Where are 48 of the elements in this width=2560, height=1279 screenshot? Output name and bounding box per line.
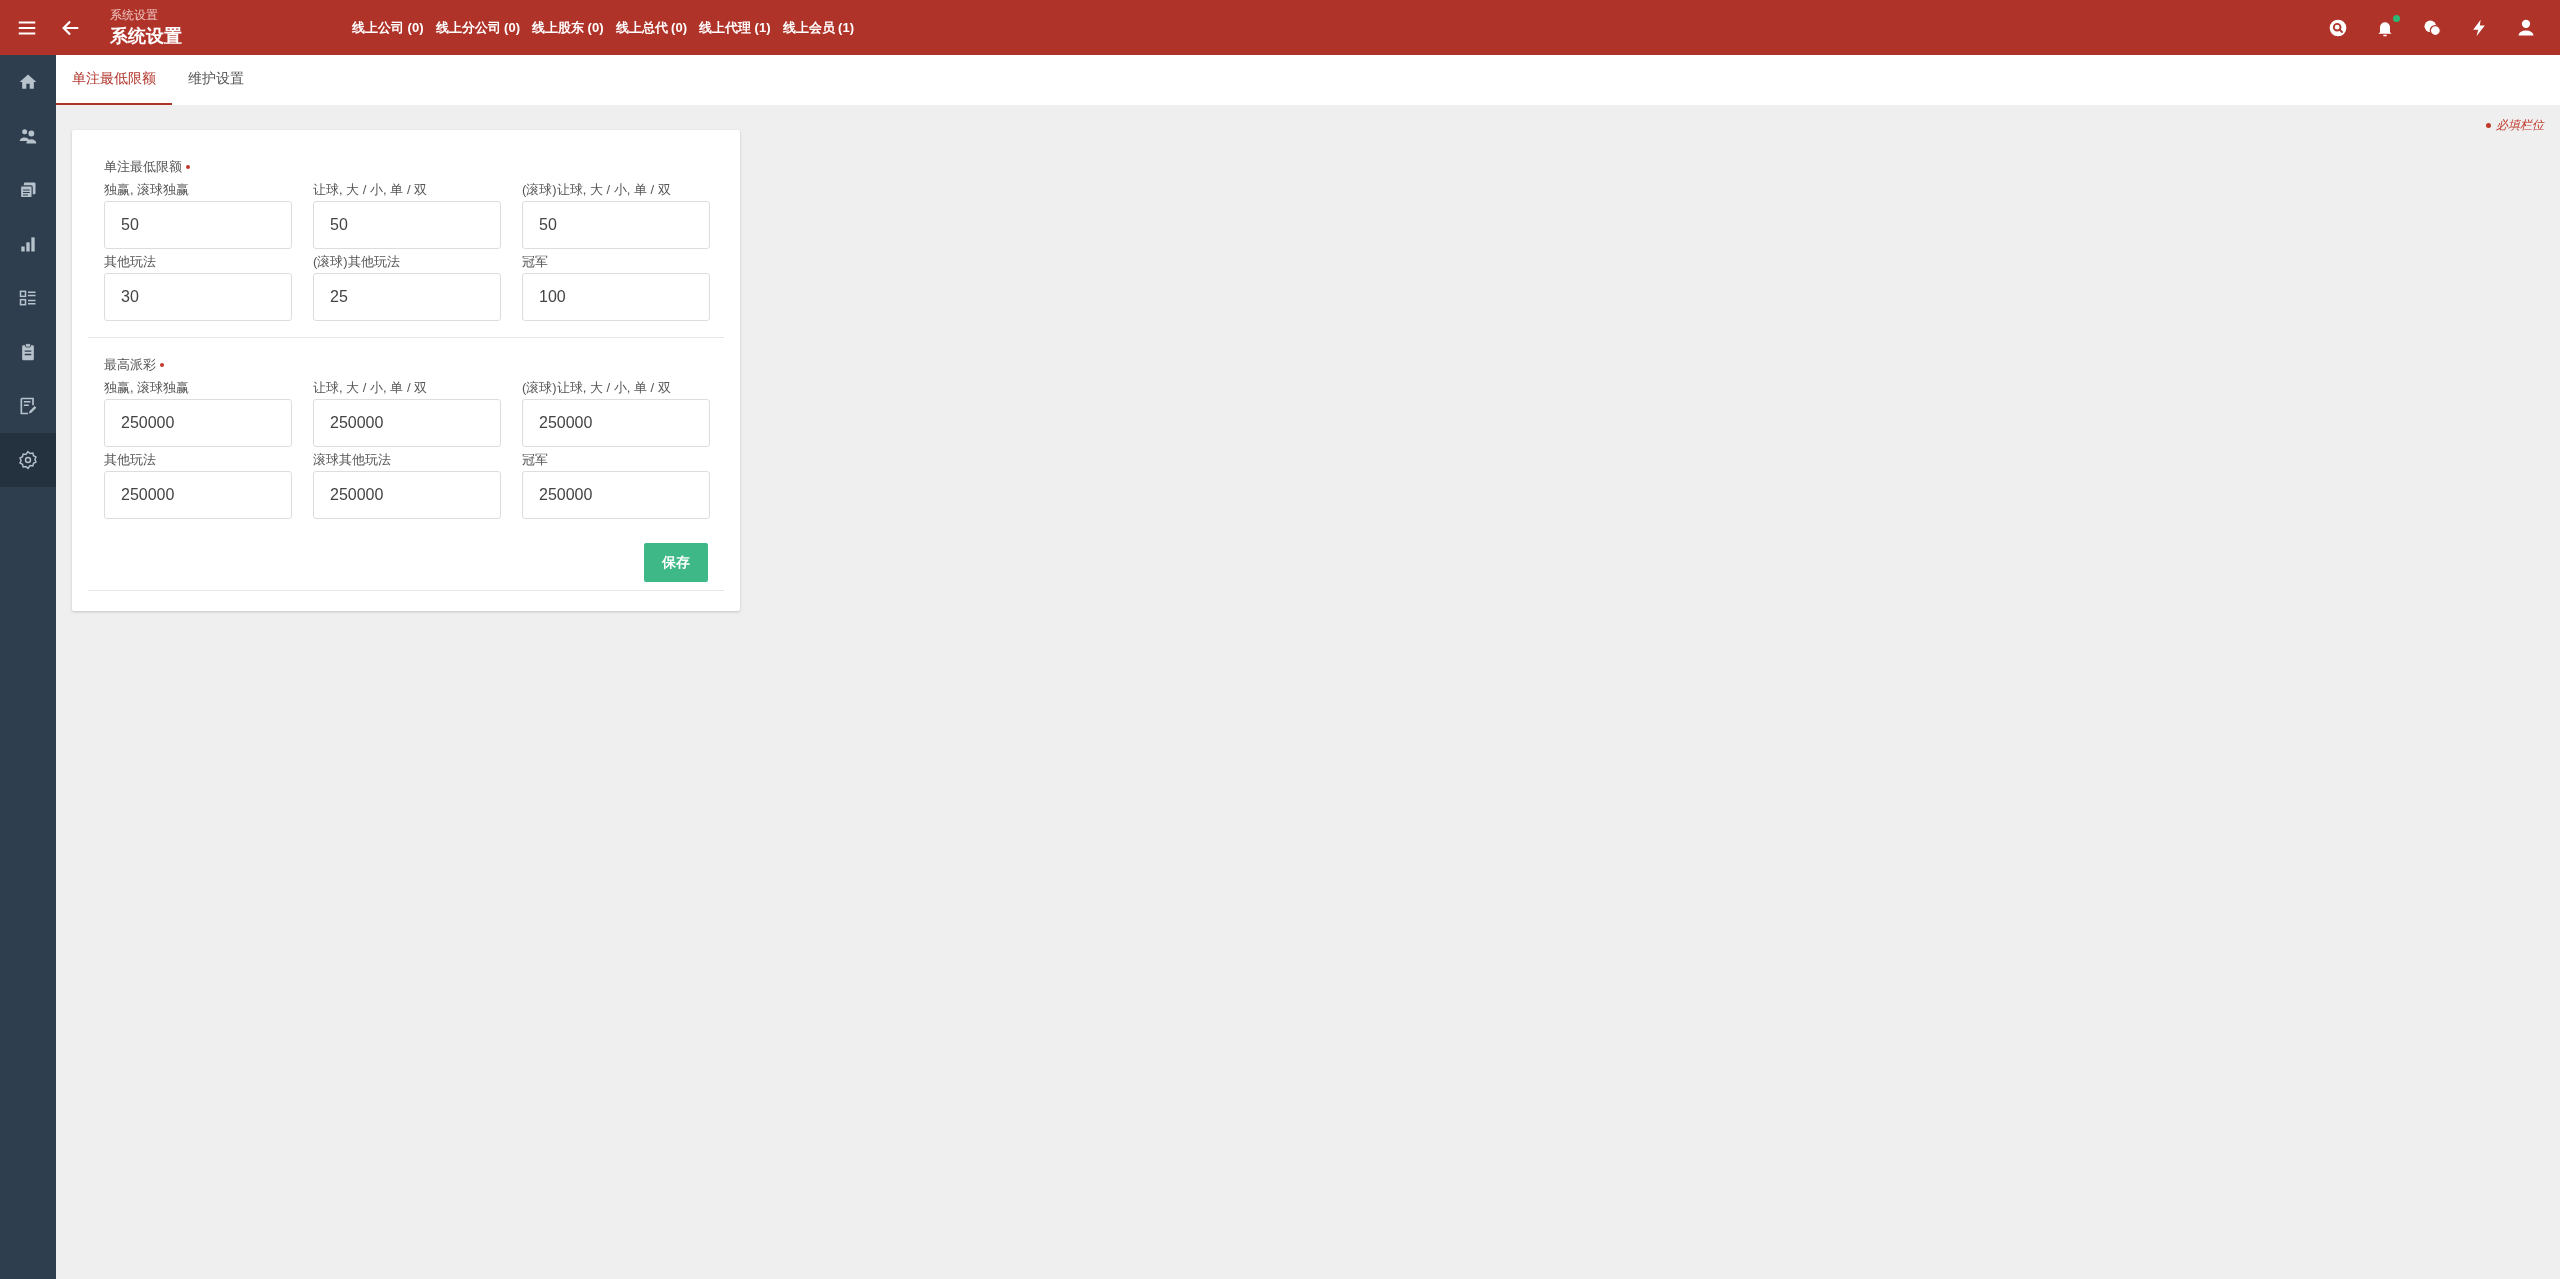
users-icon [18, 126, 38, 146]
user-icon[interactable] [2516, 17, 2536, 38]
field-label: (滚球)其他玩法 [313, 253, 401, 271]
sidebar-item[interactable] [0, 433, 56, 487]
input-field[interactable]: 250000 [313, 471, 501, 519]
required-note: 必填栏位 [2496, 117, 2544, 134]
input-field[interactable]: 250000 [104, 471, 292, 519]
field-label: 其他玩法 [104, 451, 157, 469]
field-label: (滚球)让球, 大 / 小, 单 / 双 [522, 379, 672, 397]
field-label: (滚球)让球, 大 / 小, 单 / 双 [522, 181, 672, 199]
online-count-link[interactable]: 线上代理 (1) [699, 18, 771, 37]
home-icon [18, 72, 38, 92]
bar-chart-icon [18, 234, 38, 254]
tab[interactable]: 单注最低限额 [56, 55, 172, 105]
search-icon[interactable] [2328, 17, 2348, 38]
page-title: 系统设置 [110, 25, 183, 48]
input-field[interactable]: 50 [313, 201, 501, 249]
field-label: 冠军 [522, 253, 549, 271]
documents-icon [18, 180, 38, 200]
settings-icon [18, 450, 38, 470]
online-count-link[interactable]: 线上分公司 (0) [435, 18, 520, 37]
input-field[interactable]: 250000 [313, 399, 501, 447]
section-title: 单注最低限额 [104, 158, 182, 176]
required-dot [2486, 123, 2491, 128]
input-field[interactable]: 100 [522, 273, 710, 321]
checklist-icon [18, 288, 38, 308]
field-label: 独赢, 滚球独赢 [104, 181, 191, 199]
field-label: 独赢, 滚球独赢 [104, 379, 191, 397]
online-count-link[interactable]: 线上股东 (0) [532, 18, 604, 37]
online-count-link[interactable]: 线上公司 (0) [352, 18, 424, 37]
input-field[interactable]: 250000 [522, 471, 710, 519]
online-count-link[interactable]: 线上会员 (1) [782, 18, 854, 37]
field-label: 其他玩法 [104, 253, 157, 271]
input-field[interactable]: 250000 [104, 399, 292, 447]
field-label: 让球, 大 / 小, 单 / 双 [313, 379, 429, 397]
input-field[interactable]: 250000 [522, 399, 710, 447]
field-label: 冠军 [522, 451, 549, 469]
edit-note-icon [18, 396, 38, 416]
field-label: 让球, 大 / 小, 单 / 双 [313, 181, 429, 199]
input-field[interactable]: 30 [104, 273, 292, 321]
input-field[interactable]: 25 [313, 273, 501, 321]
input-field[interactable]: 50 [104, 201, 292, 249]
online-count-link[interactable]: 线上总代 (0) [615, 18, 687, 37]
field-label: 滚球其他玩法 [313, 451, 392, 469]
breadcrumb: 系统设置 [110, 7, 159, 24]
input-field[interactable]: 50 [522, 201, 710, 249]
section-title: 最高派彩 [104, 356, 156, 374]
tab[interactable]: 维护设置 [172, 55, 260, 105]
